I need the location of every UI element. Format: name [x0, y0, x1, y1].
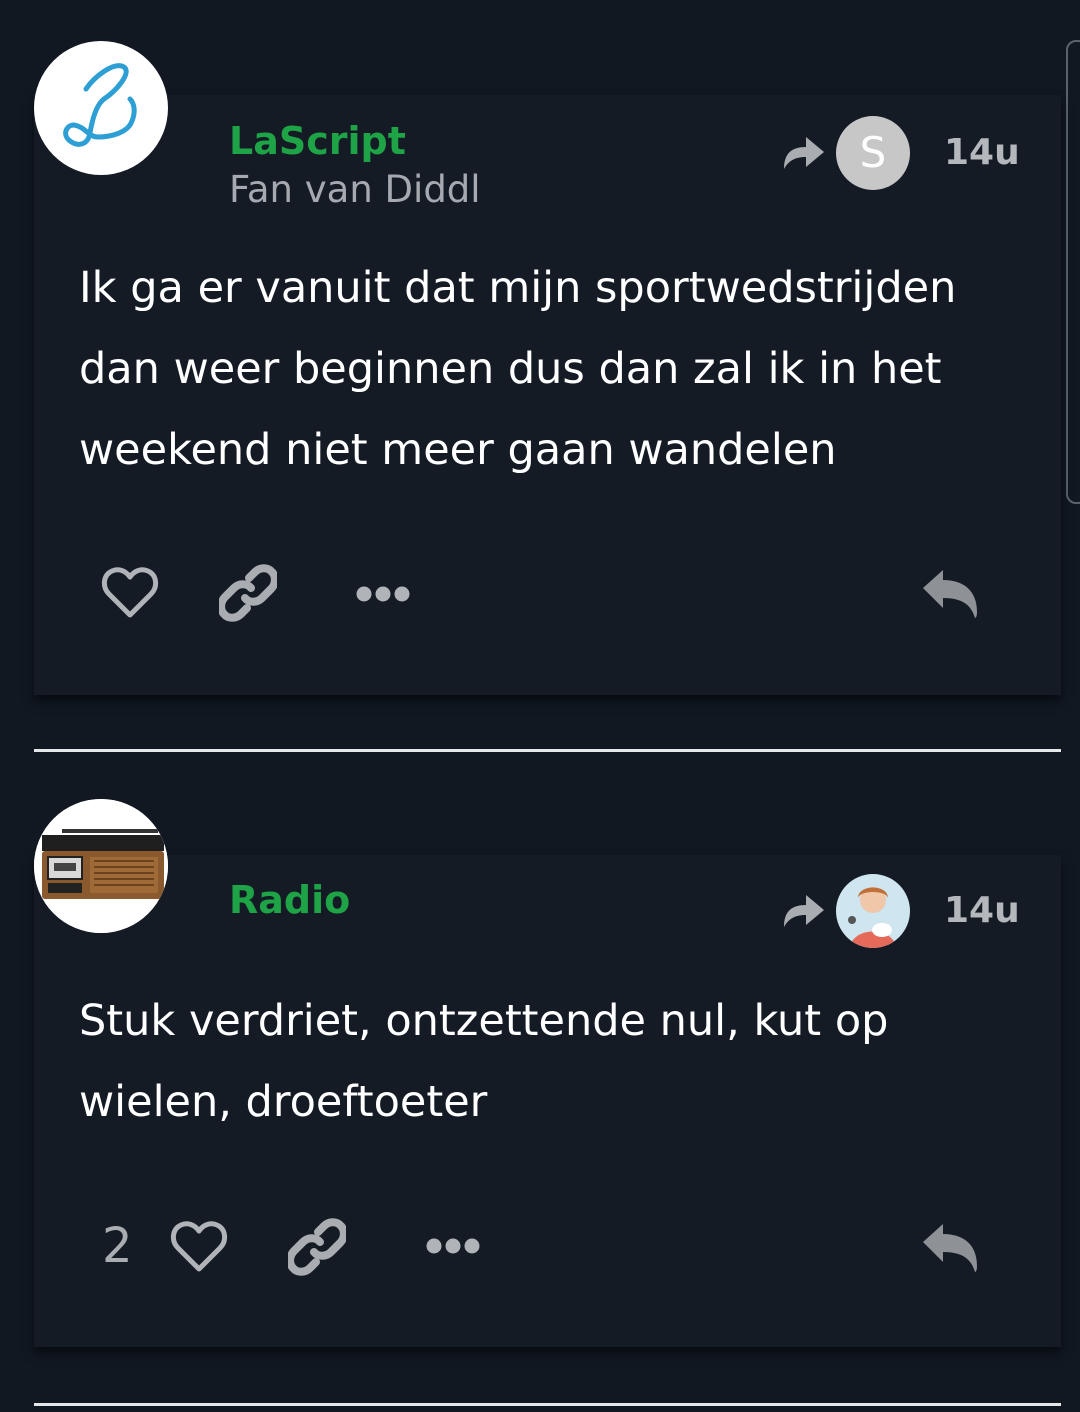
more-icon[interactable] [355, 584, 411, 604]
reply-icon[interactable] [921, 1222, 979, 1274]
reply-icon[interactable] [921, 568, 979, 620]
timestamp[interactable]: 14u [944, 890, 1020, 931]
divider [34, 1403, 1061, 1406]
script-l-logo-icon [63, 63, 137, 147]
heart-icon[interactable] [170, 1220, 228, 1274]
divider [34, 749, 1061, 752]
like-count[interactable]: 2 [102, 1218, 133, 1274]
link-icon[interactable] [288, 1218, 346, 1276]
reply-to-avatar[interactable] [836, 874, 910, 948]
girl-photo-icon [836, 874, 910, 948]
post-body: Stuk verdriet, ontzettende nul, kut op w… [79, 996, 889, 1127]
user-title: Fan van Diddl [229, 168, 481, 211]
username[interactable]: LaScript [229, 119, 406, 163]
heart-icon[interactable] [101, 566, 159, 620]
share-arrow-icon [784, 895, 824, 927]
username[interactable]: Radio [229, 878, 350, 922]
reply-to-avatar[interactable]: S [836, 116, 910, 190]
post-body: Ik ga er vanuit dat mijn sportwedstrijde… [79, 263, 957, 475]
avatar[interactable] [34, 41, 168, 175]
share-arrow-icon [784, 137, 824, 169]
timestamp[interactable]: 14u [944, 132, 1020, 173]
avatar[interactable] [34, 799, 168, 933]
cassette-radio-icon [34, 799, 168, 933]
link-icon[interactable] [219, 564, 277, 622]
more-icon[interactable] [425, 1236, 481, 1256]
scroll-indicator[interactable] [1066, 40, 1080, 504]
